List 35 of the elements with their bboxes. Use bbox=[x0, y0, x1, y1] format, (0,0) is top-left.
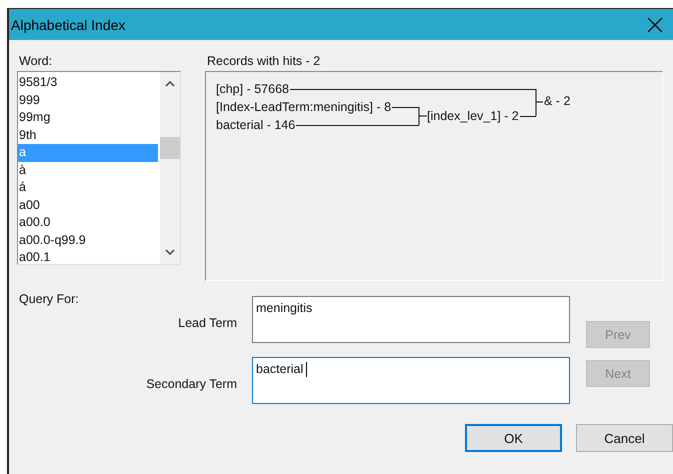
field-label: Lead Term bbox=[177, 316, 238, 330]
list-item[interactable]: a00.0-q99.9 bbox=[18, 232, 158, 249]
results-label: Records with hits - 2 bbox=[207, 54, 322, 70]
tree-label: & - 2 bbox=[544, 94, 570, 109]
list-item[interactable]: 9581/3 bbox=[18, 74, 158, 92]
list-item[interactable]: 9th bbox=[18, 126, 158, 144]
tree-label: [index_lev_1] - 2 bbox=[427, 109, 519, 124]
list-item[interactable]: 999 bbox=[18, 92, 158, 109]
window-title: Alphabetical Index bbox=[11, 16, 126, 32]
input-field[interactable]: meningitis bbox=[252, 296, 570, 343]
list-item[interactable]: a00.0 bbox=[18, 214, 158, 232]
connector-line bbox=[392, 107, 419, 108]
list-item[interactable]: à bbox=[18, 162, 158, 179]
list-item[interactable]: 99mg bbox=[18, 109, 158, 126]
tree-label: [chp] - 57668 bbox=[216, 82, 289, 97]
query-label: Query For: bbox=[19, 292, 80, 308]
list-item[interactable]: a00.1 bbox=[18, 249, 158, 264]
bracket-drawing bbox=[535, 88, 544, 117]
text-cursor bbox=[306, 362, 308, 377]
scroll-down-icon[interactable] bbox=[165, 249, 175, 256]
bracket-drawing bbox=[418, 106, 428, 126]
scrollbar[interactable] bbox=[160, 72, 180, 264]
close-icon[interactable] bbox=[647, 16, 663, 32]
list-item[interactable]: a00 bbox=[18, 196, 158, 214]
scroll-up-icon[interactable] bbox=[165, 80, 175, 87]
list-item[interactable]: á bbox=[18, 179, 158, 196]
field-label: Secondary Term bbox=[145, 377, 238, 391]
ok-button[interactable]: OK bbox=[465, 424, 562, 452]
cancel-button[interactable]: Cancel bbox=[576, 424, 673, 452]
scrollbar-thumb[interactable] bbox=[160, 137, 180, 159]
tree-label: bacterial - 146 bbox=[216, 118, 296, 133]
tree-label: [Index-LeadTerm:meningitis] - 8 bbox=[216, 100, 392, 115]
input-field[interactable]: bacterial bbox=[252, 357, 570, 404]
connector-line bbox=[520, 116, 536, 117]
word-label: Word: bbox=[19, 54, 54, 70]
